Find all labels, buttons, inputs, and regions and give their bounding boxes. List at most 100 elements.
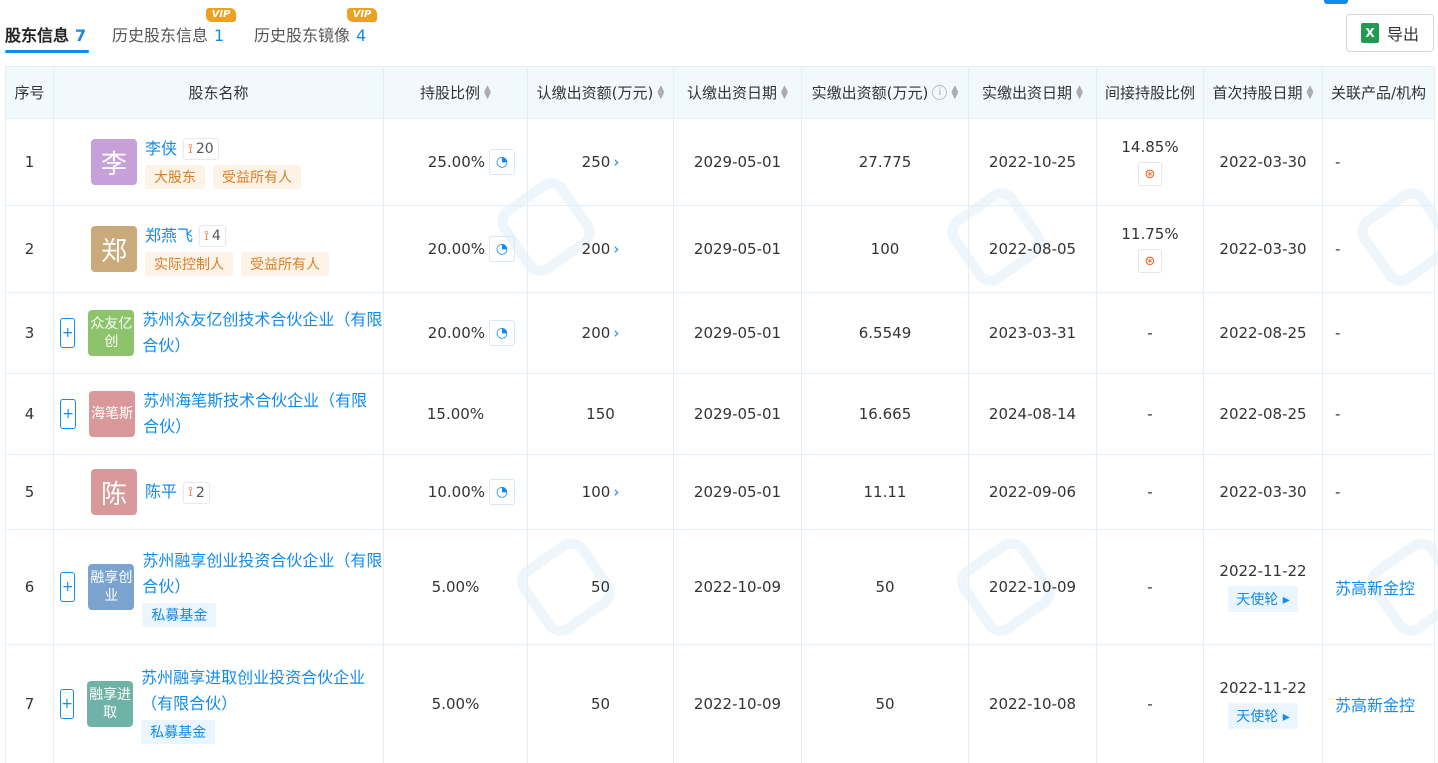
shareholder-name-cell: + 众友亿创 苏州众友亿创技术合伙企业（有限合伙）: [54, 293, 384, 373]
name-line: 郑燕飞 ⟟ 4: [145, 223, 329, 249]
subscribed-amount-cell: 50: [528, 645, 674, 763]
penetration-icon[interactable]: ⊛: [1138, 162, 1162, 186]
row-index-value: 1: [24, 153, 35, 171]
shareholder-tag: 私募基金: [142, 602, 217, 627]
column-header[interactable]: 实缴出资日期 ▲ ▼: [969, 67, 1097, 118]
holdings-count-badge[interactable]: ⟟ 4: [199, 225, 226, 247]
sort-icon[interactable]: ▲ ▼: [781, 84, 788, 100]
column-header[interactable]: 认缴出资日期 ▲ ▼: [674, 67, 802, 118]
paid-date-value: 2022-10-08: [988, 695, 1077, 713]
first-hold-date-cell: 2022-11-22 天使轮 ▸: [1204, 645, 1323, 763]
subscribed-date-value: 2022-10-09: [693, 578, 782, 596]
related-institution-link[interactable]: 苏高新金控: [1335, 575, 1415, 599]
indirect-ratio-value: -: [1147, 405, 1153, 423]
info-icon[interactable]: i: [932, 85, 948, 100]
paid-amount-cell: 50: [802, 645, 969, 763]
subscribed-date-cell: 2029-05-01: [674, 206, 802, 292]
expand-button[interactable]: +: [60, 399, 77, 429]
paid-amount-value: 100: [870, 240, 900, 258]
shareholder-name-link[interactable]: 苏州融享创业投资合伙企业（有限合伙）: [142, 551, 382, 596]
indirect-ratio-value: -: [1147, 578, 1153, 596]
paid-date-value: 2022-10-09: [988, 578, 1077, 596]
row-index: 3: [6, 293, 54, 373]
indirect-ratio-cell: -: [1097, 530, 1204, 644]
subscribed-amount-link[interactable]: 100 ›: [582, 483, 620, 501]
paid-date-cell: 2022-09-06: [969, 455, 1097, 529]
export-button[interactable]: X 导出: [1346, 14, 1434, 52]
column-header: 关联产品/机构: [1323, 67, 1435, 118]
sort-icon[interactable]: ▲ ▼: [657, 84, 664, 100]
financing-round-tag[interactable]: 天使轮 ▸: [1228, 586, 1298, 612]
related-cell: 苏高新金控: [1323, 645, 1435, 763]
active-tab-underline: [5, 50, 89, 53]
column-header[interactable]: 首次持股日期 ▲ ▼: [1204, 67, 1323, 118]
table-row: 2 郑郑燕飞 ⟟ 4 实际控制人 受益所有人 20.00% ◔ 200 › 2029-05-01 10…: [6, 206, 1435, 293]
ratio-cell: 20.00% ◔: [384, 206, 528, 292]
sort-icon[interactable]: ▲ ▼: [1307, 84, 1314, 100]
vip-badge: VIP: [206, 8, 236, 22]
pie-chart-icon[interactable]: ◔: [489, 320, 515, 346]
expand-button[interactable]: +: [60, 572, 76, 602]
tag-list: 大股东 受益所有人: [145, 164, 301, 189]
row-index: 6: [6, 530, 54, 644]
ratio-cell: 5.00%: [384, 645, 528, 763]
first-hold-date-value: 2022-08-25: [1219, 405, 1307, 423]
vip-badge: VIP: [347, 8, 377, 22]
shareholder-name-link[interactable]: 苏州海笔斯技术合伙企业（有限合伙）: [143, 391, 367, 436]
subscribed-amount-link[interactable]: 200 ›: [582, 240, 620, 258]
chevron-right-icon: ›: [613, 153, 620, 171]
financing-round-tag[interactable]: 天使轮 ▸: [1228, 703, 1298, 729]
org-tree-icon: ⟟: [204, 228, 209, 244]
shareholder-name-link[interactable]: 苏州众友亿创技术合伙企业（有限合伙）: [142, 310, 382, 355]
column-header-label: 实缴出资额(万元): [811, 84, 929, 102]
shareholder-table: 序号 股东名称 持股比例 ▲ ▼ 认缴出资额(万元) ▲ ▼ 认缴出资日期 ▲ ▼ 实缴出资额(万元)…: [5, 66, 1438, 763]
avatar: 众友亿创: [88, 310, 135, 356]
tab-history-shareholder-info[interactable]: 历史股东信息 1: [112, 22, 224, 46]
shareholder-name-link[interactable]: 郑燕飞: [145, 226, 193, 245]
ratio-value: 20.00%: [427, 324, 485, 342]
subscribed-date-cell: 2029-05-01: [674, 293, 802, 373]
column-header-label: 间接持股比例: [1104, 84, 1195, 102]
penetration-icon[interactable]: ⊛: [1138, 249, 1162, 273]
sort-icon[interactable]: ▲ ▼: [1076, 84, 1083, 100]
shareholder-name-link[interactable]: 苏州融享进取创业投资合伙企业（有限合伙）: [141, 668, 365, 713]
holdings-count-value: 20: [195, 141, 214, 157]
sort-icon[interactable]: ▲ ▼: [484, 84, 491, 100]
export-label: 导出: [1386, 25, 1419, 44]
indirect-ratio-cell: -: [1097, 293, 1204, 373]
related-institution-link[interactable]: 苏高新金控: [1335, 692, 1415, 716]
sort-icon[interactable]: ▲ ▼: [951, 84, 958, 100]
related-value: -: [1335, 324, 1341, 342]
subscribed-amount-link[interactable]: 200 ›: [582, 324, 620, 342]
expand-button[interactable]: +: [60, 318, 76, 348]
tab-shareholder-info[interactable]: 股东信息 7: [5, 22, 86, 46]
subscribed-amount-value: 150: [586, 405, 615, 423]
indirect-ratio-cell: -: [1097, 645, 1204, 763]
paid-date-cell: 2022-10-25: [969, 119, 1097, 205]
paid-amount-value: 50: [875, 695, 895, 713]
column-header: 股东名称: [54, 67, 384, 118]
subscribed-amount-value: 50: [590, 578, 611, 596]
tab-history-shareholder-mirror[interactable]: 历史股东镜像 4: [254, 22, 366, 46]
paid-amount-cell: 50: [802, 530, 969, 644]
column-header-label: 实缴出资日期: [982, 84, 1073, 102]
holdings-count-badge[interactable]: ⟟ 20: [183, 138, 219, 160]
table-header-row: 序号 股东名称 持股比例 ▲ ▼ 认缴出资额(万元) ▲ ▼ 认缴出资日期 ▲ ▼ 实缴出资额(万元)…: [6, 67, 1435, 119]
first-hold-date-cell: 2022-08-25: [1204, 374, 1323, 454]
shareholder-name-link[interactable]: 陈平: [145, 482, 177, 501]
column-header[interactable]: 实缴出资额(万元) i ▲ ▼: [802, 67, 969, 118]
expand-button[interactable]: +: [60, 689, 75, 719]
pie-chart-icon[interactable]: ◔: [489, 236, 515, 262]
pie-chart-icon[interactable]: ◔: [489, 149, 515, 175]
indirect-ratio-value: 14.85%: [1121, 138, 1179, 156]
first-hold-date-cell: 2022-11-22 天使轮 ▸: [1204, 530, 1323, 644]
tab-count: 1: [214, 26, 225, 45]
column-header[interactable]: 认缴出资额(万元) ▲ ▼: [528, 67, 674, 118]
column-header[interactable]: 持股比例 ▲ ▼: [384, 67, 528, 118]
subscribed-date-value: 2029-05-01: [693, 405, 782, 423]
pie-chart-icon[interactable]: ◔: [489, 479, 515, 505]
related-value: -: [1335, 240, 1341, 258]
shareholder-name-link[interactable]: 李侠: [145, 139, 177, 158]
subscribed-amount-link[interactable]: 250 ›: [582, 153, 620, 171]
holdings-count-badge[interactable]: ⟟ 2: [183, 481, 210, 504]
